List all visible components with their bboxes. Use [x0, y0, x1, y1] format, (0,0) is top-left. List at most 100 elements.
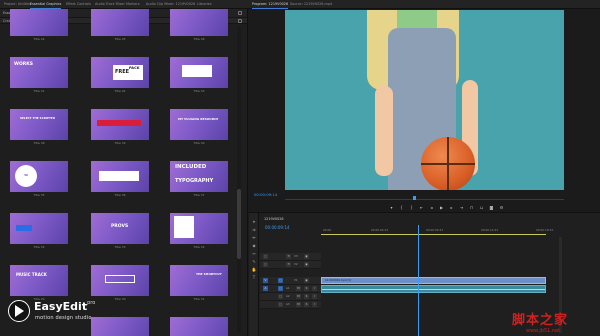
program-monitor: 00:00:09:14 ▾ { } ⇤ ◂ ▶ ▸ ⇥ ⊓ ⊔ ◙ ⚙	[249, 9, 600, 212]
eye-icon[interactable]: ◉	[304, 262, 309, 267]
eye-icon[interactable]: ◉	[304, 278, 309, 283]
template-item[interactable]: Title 32	[10, 213, 68, 250]
timeline-playhead[interactable]	[418, 225, 419, 336]
tab-label: Audio Track Mixer	[95, 2, 125, 6]
mute-icon[interactable]: M	[296, 302, 301, 307]
template-item[interactable]: INCLUDED TYPOGRAPHY Title 37	[170, 161, 228, 198]
panel-menu-icon[interactable]	[238, 11, 242, 15]
play-logo-icon	[8, 300, 30, 322]
template-thumbnail	[170, 317, 228, 336]
thumb-text: MUSIC TRACK	[16, 272, 47, 277]
program-timecode[interactable]: 00:00:09:14	[254, 192, 277, 197]
grid-scrollbar-thumb[interactable]	[237, 189, 241, 259]
pen-tool-icon[interactable]: ✎	[251, 259, 257, 265]
source-patch-v1[interactable]: V	[263, 278, 268, 283]
mark-in-icon[interactable]: {	[399, 205, 404, 210]
mark-out-icon[interactable]: }	[409, 205, 414, 210]
template-item[interactable]: PROVS Title 33	[91, 213, 149, 250]
thumb-text: THE SHORTCUT	[196, 272, 222, 276]
eye-icon[interactable]: ◉	[304, 254, 309, 259]
template-item[interactable]: Title 39	[91, 109, 149, 146]
template-item[interactable]: THE SHORTCUT Title 31	[170, 265, 228, 302]
lock-icon[interactable]: ▢	[263, 254, 268, 259]
template-item[interactable]: MY PLUGING RESOURCE Title 40	[170, 109, 228, 146]
go-to-out-icon[interactable]: ⇥	[459, 205, 464, 210]
template-caption: Title 43	[193, 89, 205, 93]
go-to-in-icon[interactable]: ⇤	[419, 205, 424, 210]
grid-scrollbar-track[interactable]	[237, 27, 241, 332]
template-item[interactable]: Title 45	[91, 9, 149, 42]
video-clip[interactable]: 1219V0026.mp4 [V]	[321, 277, 546, 284]
tab-source-monitor[interactable]: Source: 1219V0026.mp4	[290, 0, 332, 9]
microphone-icon[interactable]: ♪	[312, 286, 317, 291]
timeline-tab[interactable]: 1219V0026	[264, 217, 284, 221]
template-item[interactable]: Title 34	[170, 213, 228, 250]
template-thumbnail	[91, 109, 149, 140]
source-patch-a1[interactable]: A	[263, 286, 268, 291]
program-playhead[interactable]	[413, 196, 416, 200]
track-target-a3[interactable]: ▢	[278, 302, 283, 307]
track-target-a1[interactable]: ▢	[278, 286, 283, 291]
template-item[interactable]: 50 Title 35	[10, 161, 68, 198]
tab-project[interactable]: Project: Untitled	[4, 0, 31, 9]
marker-icon[interactable]: ▾	[389, 205, 394, 210]
thumb-text: 50	[24, 174, 28, 177]
template-item[interactable]: SELECT THE SCRIPTER Title 38	[10, 109, 68, 146]
tab-essential-graphics[interactable]: Essential Graphics	[30, 0, 62, 9]
template-caption: Title 34	[193, 245, 205, 249]
tab-effect-controls[interactable]: Effect Controls	[66, 0, 91, 9]
thumb-text: SELECT THE SCRIPTER	[20, 116, 55, 120]
template-thumbnail	[170, 9, 228, 36]
template-item[interactable]: Title 43	[170, 57, 228, 94]
tab-markers[interactable]: Markers	[126, 0, 140, 9]
solo-icon[interactable]: S	[304, 302, 309, 307]
play-icon[interactable]: ▶	[439, 205, 444, 210]
template-item[interactable]: Title 46	[170, 9, 228, 42]
mute-icon[interactable]: M	[296, 286, 301, 291]
microphone-icon[interactable]: ♪	[312, 302, 317, 307]
program-video-frame[interactable]	[285, 10, 564, 190]
track-target-a2[interactable]: ▢	[278, 294, 283, 299]
type-tool-icon[interactable]: T	[251, 275, 257, 281]
watermark-text: 脚本之家	[512, 313, 569, 328]
program-scrub-bar[interactable]	[285, 199, 564, 200]
audio-clip[interactable]	[321, 285, 546, 293]
work-area-bar[interactable]	[321, 234, 546, 235]
template-item[interactable]: FREE PACK Title 42	[91, 57, 149, 94]
track-select-tool-icon[interactable]: ⇉	[251, 227, 257, 233]
hand-tool-icon[interactable]: ✋	[251, 267, 257, 273]
tab-audio-track-mixer[interactable]: Audio Track Mixer	[95, 0, 125, 9]
thumb-box	[182, 65, 212, 77]
template-item[interactable]: Title 44	[10, 9, 68, 42]
timeline-timecode[interactable]: 00:00:09:14	[265, 225, 289, 230]
lock-icon[interactable]: ▢	[263, 262, 268, 267]
mute-icon[interactable]: M	[296, 294, 301, 299]
track-target-v1[interactable]: ▢	[278, 278, 283, 283]
sync-icon[interactable]: ⟲	[286, 254, 291, 259]
step-forward-icon[interactable]: ▸	[449, 205, 454, 210]
template-item[interactable]: Title 36	[91, 161, 149, 198]
slip-tool-icon[interactable]: ↔	[251, 251, 257, 257]
export-frame-icon[interactable]: ◙	[489, 205, 494, 210]
razor-tool-icon[interactable]: ◆	[251, 243, 257, 249]
template-caption: Title 32	[33, 245, 45, 249]
step-back-icon[interactable]: ◂	[429, 205, 434, 210]
tab-audio-clip-mixer[interactable]: Audio Clip Mixer: 1219V0026	[146, 0, 195, 9]
lift-icon[interactable]: ⊓	[469, 205, 474, 210]
tab-libraries[interactable]: Libraries	[197, 0, 212, 9]
sync-icon[interactable]: ⟲	[286, 262, 291, 267]
selection-tool-icon[interactable]: ➤	[251, 219, 257, 225]
template-item[interactable]: WORKS Title 41	[10, 57, 68, 94]
settings-icon[interactable]: ⚙	[499, 205, 504, 210]
extract-icon[interactable]: ⊔	[479, 205, 484, 210]
ripple-edit-tool-icon[interactable]: ⇹	[251, 235, 257, 241]
microphone-icon[interactable]: ♪	[312, 294, 317, 299]
solo-icon[interactable]: S	[304, 294, 309, 299]
tab-program-monitor[interactable]: Program: 1219V0026	[252, 0, 289, 9]
thumb-text: INCLUDED	[175, 164, 207, 170]
solo-icon[interactable]: S	[304, 286, 309, 291]
template-thumbnail: 50	[10, 161, 68, 192]
template-item[interactable]	[170, 317, 228, 336]
time-ruler[interactable]: 00:00 00:00:04:23 00:00:09:23 00:00:14:2…	[321, 225, 600, 234]
track-header-a3: ▢ A3 M S ♪	[260, 301, 321, 309]
